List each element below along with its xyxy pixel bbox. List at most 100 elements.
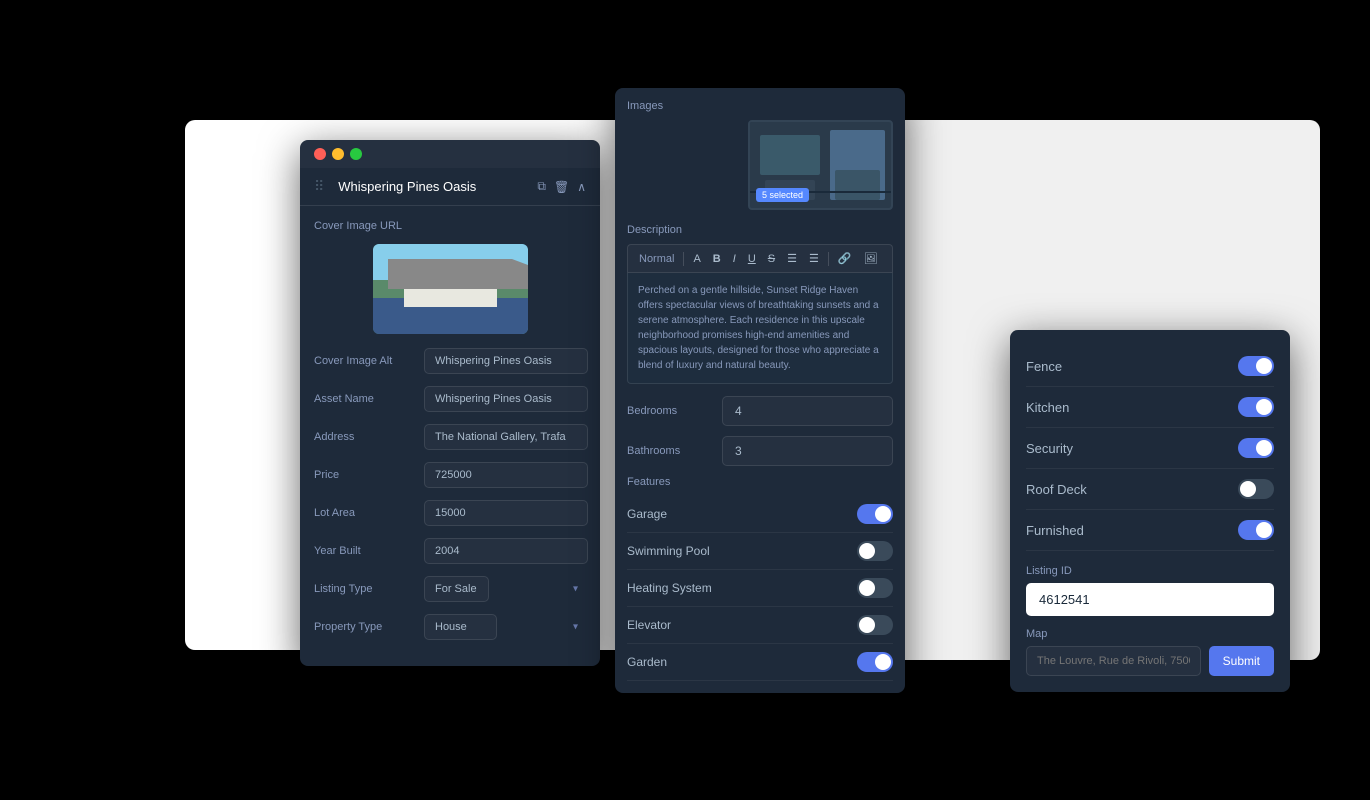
toggle-knob-elevator [859,617,875,633]
panel-header: ⠿ Whispering Pines Oasis ⧉ 🗑 ∧ [300,168,600,206]
editor-content[interactable]: Perched on a gentle hillside, Sunset Rid… [627,273,893,384]
cover-image-alt-row: Cover Image Alt [314,348,586,374]
image-thumb-container[interactable]: 5 selected [748,120,893,210]
listing-type-select[interactable]: For Sale For Rent Sold [424,576,489,602]
bedrooms-input[interactable] [722,396,893,426]
right-feature-row-roof-deck: Roof Deck [1026,469,1274,510]
address-input[interactable] [424,424,588,450]
images-area: Images 5 selected [627,100,893,210]
address-label: Address [314,431,414,443]
right-feature-row-kitchen: Kitchen [1026,387,1274,428]
traffic-light-red[interactable] [314,148,326,160]
toggle-garage[interactable] [857,504,893,524]
panel-right: Fence Kitchen Security Roof Deck Furnish… [1010,330,1290,692]
panel-header-left: ⠿ Whispering Pines Oasis [314,178,476,195]
cover-image-alt-input[interactable] [424,348,588,374]
toolbar-font-icon[interactable]: A [690,252,703,266]
property-type-wrapper: House Apartment Condo Villa ▾ [424,614,586,640]
feature-row-elevator: Elevator [627,607,893,644]
cover-image-placeholder [373,244,528,334]
toggle-roof-deck[interactable] [1238,479,1274,499]
feature-label-garage: Garage [627,507,667,521]
toggle-elevator[interactable] [857,615,893,635]
panel-middle-body: Images 5 selected Descripti [615,88,905,693]
traffic-lights [314,148,362,160]
price-input[interactable] [424,462,588,488]
lot-area-input[interactable] [424,500,588,526]
right-feature-label-kitchen: Kitchen [1026,400,1069,415]
price-row: Price [314,462,586,488]
copy-icon[interactable]: ⧉ [537,179,546,194]
feature-label-swimming-pool: Swimming Pool [627,544,710,558]
toolbar-link[interactable]: 🔗 [835,251,855,266]
toggle-knob-kitchen [1256,399,1272,415]
panel-left-body: Cover Image URL Cover Image Alt Asset Na… [300,206,600,666]
images-label: Images [627,100,893,112]
right-feature-label-security: Security [1026,441,1073,456]
toggle-knob-security [1256,440,1272,456]
year-built-input[interactable] [424,538,588,564]
toggle-fence[interactable] [1238,356,1274,376]
listing-type-row: Listing Type For Sale For Rent Sold ▾ [314,576,586,602]
feature-row-garden: Garden [627,644,893,681]
asset-name-row: Asset Name [314,386,586,412]
feature-label-garden: Garden [627,655,667,669]
toolbar-list-ol[interactable]: ☰ [806,251,822,266]
asset-name-input[interactable] [424,386,588,412]
toggle-heating-system[interactable] [857,578,893,598]
toolbar-underline[interactable]: U [745,252,759,266]
toolbar-bold[interactable]: B [710,252,724,266]
price-label: Price [314,469,414,481]
toolbar-normal[interactable]: Normal [636,252,677,266]
address-row: Address [314,424,586,450]
features-section: Features Garage Swimming Pool Heating Sy… [627,476,893,681]
year-built-row: Year Built [314,538,586,564]
toggle-security[interactable] [1238,438,1274,458]
listing-type-wrapper: For Sale For Rent Sold ▾ [424,576,586,602]
bathrooms-row: Bathrooms [627,436,893,466]
property-type-row: Property Type House Apartment Condo Vill… [314,614,586,640]
toggle-furnished[interactable] [1238,520,1274,540]
trash-icon[interactable]: 🗑 [554,180,569,194]
feature-label-heating-system: Heating System [627,581,712,595]
traffic-light-yellow[interactable] [332,148,344,160]
toolbar-image[interactable]: 🖼 [861,251,881,266]
grip-icon: ⠿ [314,178,324,195]
listing-id-label: Listing ID [1026,565,1274,577]
toolbar-italic[interactable]: I [730,252,739,266]
toggle-knob-heating-system [859,580,875,596]
toolbar-list-ul[interactable]: ☰ [784,251,800,266]
collapse-icon[interactable]: ∧ [577,180,586,194]
panel-icons: ⧉ 🗑 ∧ [537,179,586,194]
property-type-select[interactable]: House Apartment Condo Villa [424,614,497,640]
cover-image-url-row: Cover Image URL [314,220,586,232]
toggle-swimming-pool[interactable] [857,541,893,561]
toggle-knob-furnished [1256,522,1272,538]
map-input[interactable] [1026,646,1201,676]
toggle-knob-swimming-pool [859,543,875,559]
map-label: Map [1026,628,1274,640]
toggle-kitchen[interactable] [1238,397,1274,417]
feature-row-swimming-pool: Swimming Pool [627,533,893,570]
traffic-light-green[interactable] [350,148,362,160]
listing-id-input[interactable] [1026,583,1274,616]
submit-button[interactable]: Submit [1209,646,1274,676]
bedrooms-label: Bedrooms [627,405,712,417]
cover-image-container [314,244,586,334]
map-input-row: Submit [1026,646,1274,676]
right-feature-row-security: Security [1026,428,1274,469]
cover-image-alt-label: Cover Image Alt [314,355,414,367]
listing-id-row: Listing ID [1026,565,1274,616]
bedrooms-row: Bedrooms [627,396,893,426]
toggle-knob-roof-deck [1240,481,1256,497]
panel-left: ⠿ Whispering Pines Oasis ⧉ 🗑 ∧ Cover Ima… [300,140,600,666]
feature-row-garage: Garage [627,496,893,533]
right-feature-row-furnished: Furnished [1026,510,1274,551]
toggle-garden[interactable] [857,652,893,672]
listing-type-arrow: ▾ [573,584,578,595]
features-label: Features [627,476,893,488]
toolbar-strikethrough[interactable]: S [765,252,778,266]
right-feature-label-fence: Fence [1026,359,1062,374]
bathrooms-input[interactable] [722,436,893,466]
lot-area-row: Lot Area [314,500,586,526]
